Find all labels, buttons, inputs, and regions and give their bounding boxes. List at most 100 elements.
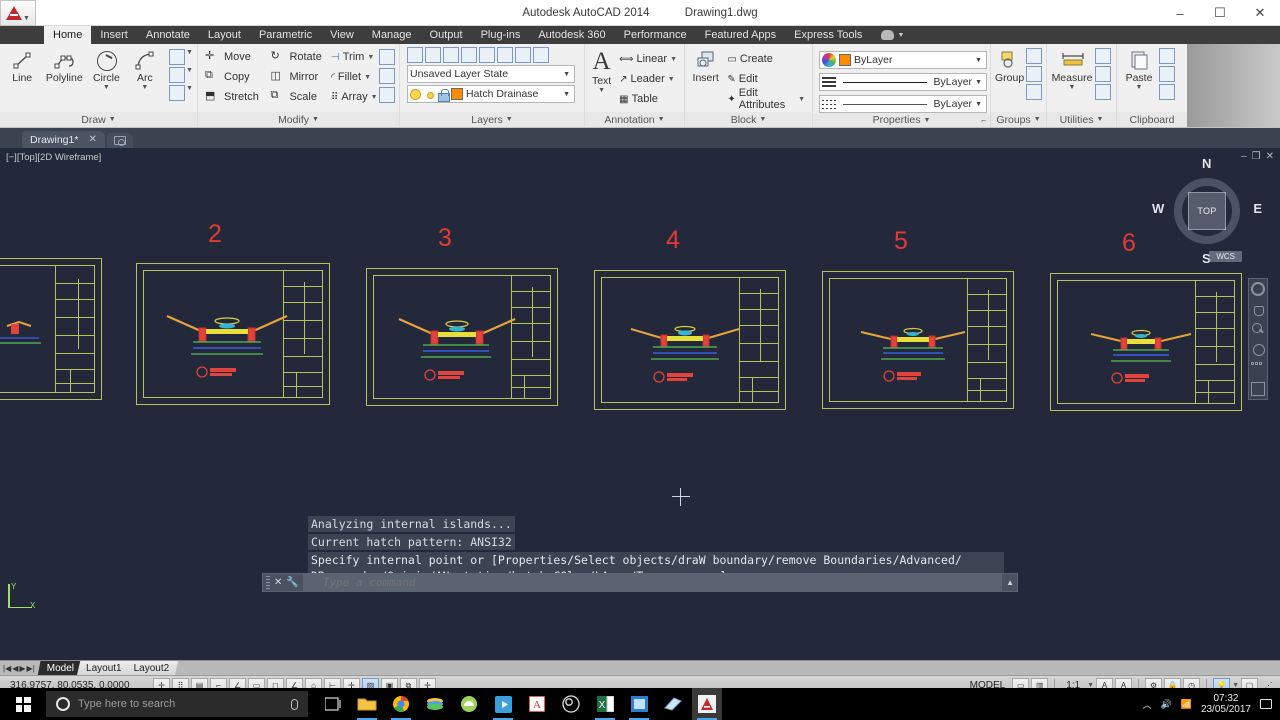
- layer-isolate-icon[interactable]: [425, 47, 441, 63]
- viewport-close-icon[interactable]: ✕: [1266, 151, 1274, 162]
- obs-studio-icon[interactable]: [556, 688, 586, 720]
- rotate-tool[interactable]: ↻ Rotate: [267, 47, 331, 67]
- layout-tab-layout1[interactable]: Layout1: [77, 661, 131, 675]
- stretch-tool[interactable]: ⬒ Stretch: [202, 87, 267, 107]
- tab-manage[interactable]: Manage: [363, 26, 421, 44]
- maximize-button[interactable]: ☐: [1200, 0, 1240, 26]
- panel-draw-title[interactable]: Draw ▼: [0, 112, 197, 127]
- wcs-dropdown[interactable]: WCS: [1209, 251, 1242, 262]
- excel-icon[interactable]: X: [590, 688, 620, 720]
- zoom-icon[interactable]: [1251, 322, 1265, 336]
- document-tab-drawing1[interactable]: Drawing1* ✕: [22, 131, 105, 148]
- tab-view[interactable]: View: [321, 26, 363, 44]
- chevron-down-icon[interactable]: ▼: [103, 84, 110, 91]
- panel-groups-title[interactable]: Groups ▼: [991, 112, 1046, 127]
- android-studio-icon[interactable]: [454, 688, 484, 720]
- view-cube-west-label[interactable]: W: [1152, 201, 1164, 216]
- explode-tool-icon[interactable]: [379, 68, 395, 84]
- rectangle-tool-icon[interactable]: [169, 49, 186, 65]
- start-button[interactable]: [0, 688, 46, 720]
- panel-layers-title[interactable]: Layers ▼: [400, 112, 584, 127]
- hatch-tool-icon[interactable]: [169, 85, 186, 101]
- chevron-down-icon[interactable]: ▼: [1136, 84, 1143, 91]
- copy-clip-icon[interactable]: [1159, 66, 1175, 82]
- drawing-sheet-3[interactable]: [366, 268, 558, 406]
- paste-tool[interactable]: Paste ▼: [1121, 47, 1157, 91]
- view-cube[interactable]: TOP N S W E: [1152, 156, 1262, 266]
- tab-plugins[interactable]: Plug-ins: [472, 26, 530, 44]
- prev-layout-button[interactable]: ◀: [12, 664, 18, 673]
- mirror-tool[interactable]: ◫ Mirror: [267, 67, 331, 87]
- command-input-field[interactable]: [302, 574, 1003, 591]
- drawing-canvas[interactable]: [−][Top][2D Wireframe] – ❐ ✕ 2 3 4 5 6 Y…: [0, 148, 1280, 660]
- volume-icon[interactable]: 🔊: [1161, 699, 1172, 710]
- last-layout-button[interactable]: ▶|: [27, 664, 35, 673]
- layer-freeze-icon[interactable]: [461, 47, 477, 63]
- view-cube-east-label[interactable]: E: [1253, 201, 1262, 216]
- line-tool[interactable]: Line: [4, 47, 40, 84]
- media-player-icon[interactable]: [488, 688, 518, 720]
- panel-utilities-title[interactable]: Utilities ▼: [1047, 112, 1116, 127]
- quick-select-icon[interactable]: [1095, 48, 1111, 64]
- linetype-dropdown[interactable]: ByLayer ▼: [819, 95, 987, 113]
- layer-unisolate-icon[interactable]: [443, 47, 459, 63]
- tab-parametric[interactable]: Parametric: [250, 26, 321, 44]
- showmotion-play-icon[interactable]: [1251, 382, 1265, 396]
- drawing-sheet-6[interactable]: [1050, 273, 1242, 411]
- insert-block-tool[interactable]: Insert: [689, 47, 722, 84]
- polyline-tool[interactable]: Polyline: [42, 47, 86, 84]
- autocad-taskbar-icon[interactable]: [692, 688, 722, 720]
- group-selection-icon[interactable]: [1026, 84, 1043, 100]
- layer-color-swatch[interactable]: [451, 88, 463, 100]
- adobe-reader-icon[interactable]: A: [522, 688, 552, 720]
- circle-tool[interactable]: Circle ▼: [88, 47, 124, 91]
- tab-express-tools[interactable]: Express Tools: [785, 26, 871, 44]
- match-properties-icon[interactable]: [1159, 84, 1175, 100]
- unlock-icon[interactable]: [438, 88, 450, 102]
- taskbar-search[interactable]: Type here to search: [46, 691, 308, 717]
- first-layout-button[interactable]: |◀: [3, 664, 11, 673]
- panel-block-title[interactable]: Block ▼: [685, 112, 812, 127]
- edit-attributes-tool[interactable]: ✦ Edit Attributes ▼: [724, 87, 808, 111]
- close-icon[interactable]: ✕: [274, 577, 282, 588]
- close-button[interactable]: ✕: [1240, 0, 1280, 26]
- create-block-tool[interactable]: ▭ Create: [724, 49, 808, 69]
- chevron-down-icon[interactable]: ▼: [364, 74, 371, 81]
- chevron-down-icon[interactable]: ▼: [598, 87, 605, 94]
- quick-calc-icon[interactable]: [1095, 66, 1111, 82]
- drawing-sheet-2[interactable]: [136, 263, 330, 405]
- chevron-down-icon[interactable]: ▼: [798, 96, 805, 103]
- task-view-icon[interactable]: [318, 688, 348, 720]
- pan-hand-icon[interactable]: [1251, 302, 1265, 316]
- fillet-tool[interactable]: ◜ Fillet ▼: [331, 67, 375, 87]
- chevron-down-icon[interactable]: ▼: [367, 54, 374, 61]
- next-layout-button[interactable]: ▶: [19, 664, 25, 673]
- drawing-sheet-5[interactable]: [822, 271, 1014, 409]
- show-hidden-icons-chevron[interactable]: ︿: [1142, 698, 1151, 711]
- tab-autodesk-360[interactable]: Autodesk 360: [529, 26, 614, 44]
- tab-performance[interactable]: Performance: [615, 26, 696, 44]
- command-bar[interactable]: ✕ 🔧 >_ ▼ ▲: [262, 573, 1018, 592]
- scale-tool[interactable]: ⧉ Scale: [267, 87, 331, 107]
- sketchup-icon[interactable]: [658, 688, 688, 720]
- group-edit-icon[interactable]: [1026, 66, 1043, 82]
- layout-tab-model[interactable]: Model: [37, 661, 84, 675]
- command-input[interactable]: >_ ▼: [302, 574, 1003, 591]
- tab-featured-apps[interactable]: Featured Apps: [696, 26, 786, 44]
- erase-tool-icon[interactable]: [379, 49, 395, 65]
- bluestacks-icon[interactable]: [420, 688, 450, 720]
- chevron-down-icon[interactable]: ▼: [1069, 84, 1076, 91]
- layer-on-icon[interactable]: [497, 47, 513, 63]
- ungroup-icon[interactable]: [1026, 48, 1043, 64]
- chevron-down-icon[interactable]: ▼: [371, 94, 378, 101]
- edit-block-tool[interactable]: ✎ Edit: [724, 69, 808, 89]
- close-icon[interactable]: ✕: [88, 134, 96, 145]
- orbit-icon[interactable]: [1251, 342, 1265, 356]
- drawing-sheet-1[interactable]: [0, 258, 102, 400]
- layer-properties-icon[interactable]: [407, 47, 423, 63]
- calculator-icon[interactable]: [1095, 84, 1111, 100]
- wrench-icon[interactable]: 🔧: [286, 577, 298, 588]
- copy-tool[interactable]: ⧉ Copy: [202, 67, 267, 87]
- sun-freeze-icon[interactable]: [424, 89, 435, 100]
- chrome-icon[interactable]: [386, 688, 416, 720]
